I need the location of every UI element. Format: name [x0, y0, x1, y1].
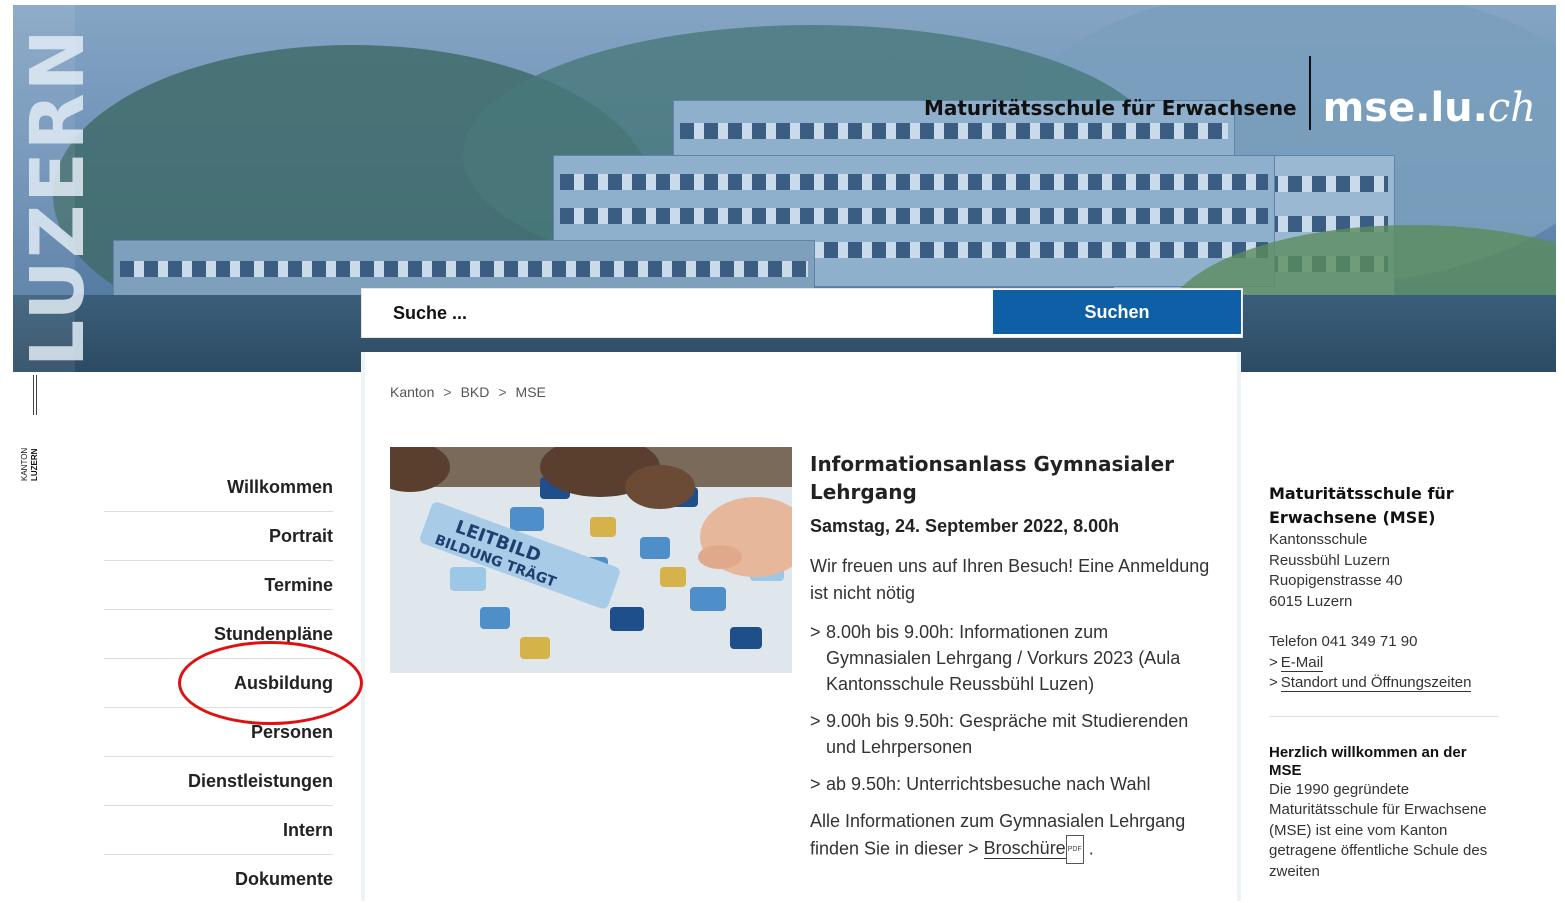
sidebar-address-line: 6015 Luzern [1269, 592, 1353, 610]
chevron-right-icon: > [1269, 653, 1278, 671]
brand-divider [1308, 56, 1311, 130]
sidebar-link-row: > E-Mail [1269, 653, 1499, 674]
sidebar-phone: Telefon 041 349 71 90 [1269, 633, 1418, 650]
article-intro: Wir freuen uns auf Ihren Besuch! Eine An… [810, 556, 1210, 603]
schedule-item: > ab 9.50h: Unterrichtsbesuche nach Wahl [810, 771, 1210, 797]
breadcrumb-separator: > [443, 384, 452, 400]
sidebar-welcome-text: Die 1990 gegründete Maturitätsschule für… [1269, 780, 1488, 880]
luzern-vertical-text: LUZERN [15, 27, 101, 367]
contact-sidebar: Maturitätsschule für Erwachsene (MSE) Ka… [1269, 482, 1499, 882]
location-hours-link[interactable]: Standort und Öffnungszeiten [1280, 674, 1472, 692]
domain-logo: mse.lu.ch [1323, 85, 1536, 131]
highlight-circle [178, 641, 363, 725]
schedule-item: >9.00h bis 9.50h: Gespräche mit Studiere… [810, 708, 1210, 760]
chevron-right-icon: > [1269, 674, 1278, 691]
kanton-logo-lines [33, 375, 37, 415]
sidebar-divider [1269, 715, 1499, 717]
article-date: Samstag, 24. September 2022, 8.00h [810, 516, 1120, 536]
sidebar-address-line: Kantonsschule [1269, 531, 1368, 548]
sidebar-org-title: Maturitätsschule für Erwachsene (MSE) [1269, 484, 1454, 527]
nav-item-termine[interactable]: Termine [104, 561, 333, 610]
email-link[interactable]: E-Mail [1280, 653, 1324, 672]
search-button[interactable]: Suchen [993, 290, 1241, 334]
sidebar-link-row: > Standort und Öffnungszeiten [1269, 673, 1499, 694]
nav-item-willkommen[interactable]: Willkommen [104, 463, 333, 512]
nav-item-dokumente[interactable]: Dokumente [104, 855, 333, 903]
chevron-right-icon: > [968, 838, 979, 859]
domain-main: mse.lu. [1322, 85, 1488, 131]
nav-item-intern[interactable]: Intern [104, 806, 333, 855]
article-outro-end: . [1088, 838, 1094, 859]
kanton-luzern-logo[interactable]: KANTON LUZERN [20, 375, 44, 481]
nav-item-portrait[interactable]: Portrait [104, 512, 333, 561]
schedule-item-text: ab 9.50h: Unterrichtsbesuche nach Wahl [826, 774, 1151, 794]
sidebar-welcome-title: Herzlich willkommen an der MSE [1269, 743, 1467, 779]
breadcrumb-item-mse[interactable]: MSE [516, 384, 546, 400]
puzzle-photo: LEITBILD BILDUNG TRÄGT [390, 447, 792, 673]
article-schedule-list: >8.00h bis 9.00h: Informationen zum Gymn… [810, 619, 1210, 797]
nav-item-dienstleistungen[interactable]: Dienstleistungen [104, 757, 333, 806]
breadcrumb: Kanton > BKD > MSE [390, 384, 546, 400]
event-article: Informationsanlass Gymnasialer Lehrgang … [810, 450, 1210, 864]
main-content: Kanton > BKD > MSE LEITBILD BILDUNG TRÄGT In… [361, 352, 1241, 901]
site-brand[interactable]: Maturitätsschule für Erwachsene mse.lu.c… [923, 56, 1536, 131]
kanton-logo-line1: KANTON [20, 447, 29, 481]
luzern-vertical-logo: LUZERN [13, 5, 101, 372]
search-input[interactable] [362, 289, 992, 337]
brochure-link[interactable]: Broschüre [983, 838, 1066, 860]
domain-tld: ch [1487, 85, 1536, 131]
breadcrumb-item-kanton[interactable]: Kanton [390, 384, 434, 400]
article-title: Informationsanlass Gymnasialer Lehrgang [810, 452, 1175, 504]
search-bar: Suchen [361, 288, 1243, 338]
article-outro: Alle Informationen zum Gymnasialen Lehrg… [810, 808, 1210, 864]
school-name: Maturitätsschule für Erwachsene [923, 96, 1297, 120]
chevron-right-icon: > [810, 711, 821, 731]
chevron-right-icon: > [810, 774, 821, 794]
schedule-item-text: 9.00h bis 9.50h: Gespräche mit Studieren… [826, 711, 1189, 757]
kanton-logo-line2: LUZERN [30, 448, 39, 481]
chevron-right-icon: > [810, 622, 821, 642]
sidebar-address-line: Ruopigenstrasse 40 [1269, 572, 1403, 589]
pdf-icon: PDF [1065, 835, 1084, 864]
schedule-item-text: 8.00h bis 9.00h: Informationen zum Gymna… [826, 622, 1181, 694]
sidebar-address-line: Reussbühl Luzern [1269, 551, 1390, 569]
kanton-logo-text: KANTON LUZERN [20, 448, 40, 481]
breadcrumb-separator: > [498, 384, 507, 400]
breadcrumb-item-bkd[interactable]: BKD [461, 384, 490, 400]
schedule-item: >8.00h bis 9.00h: Informationen zum Gymn… [810, 619, 1210, 697]
